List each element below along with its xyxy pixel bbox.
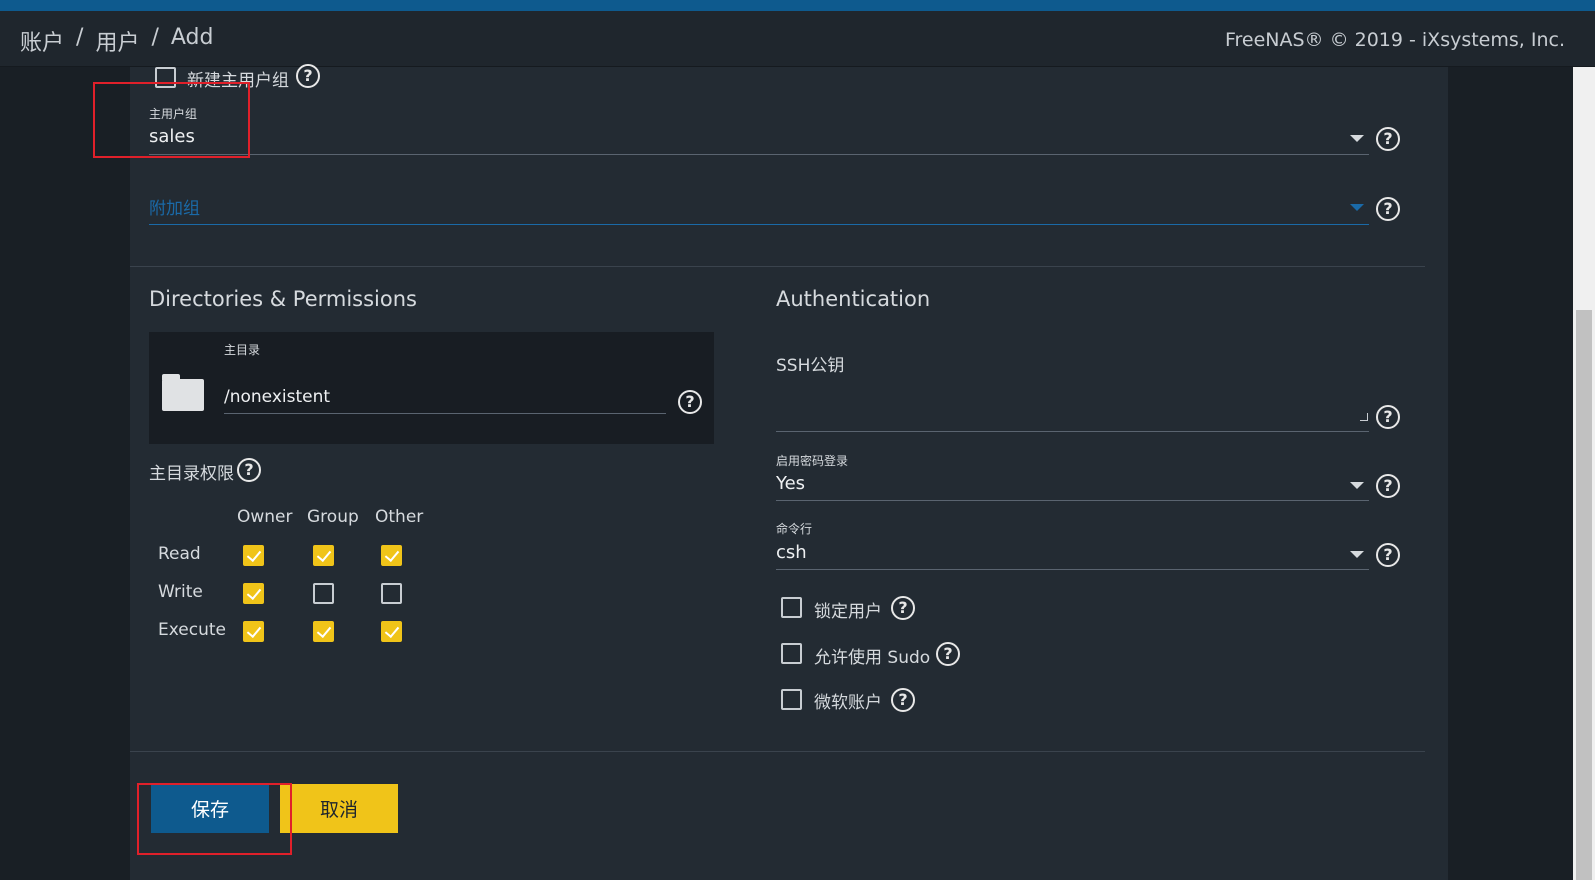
perm-read-other-checkbox[interactable] (381, 545, 402, 566)
chevron-down-icon[interactable] (1350, 204, 1364, 211)
lock-user-label: 锁定用户 (814, 602, 882, 622)
ssh-key-underline (776, 431, 1369, 432)
perm-execute-group-checkbox[interactable] (313, 621, 334, 642)
home-dir-input[interactable]: /nonexistent (224, 387, 330, 407)
shell-select[interactable]: csh (776, 542, 807, 563)
top-accent-strip (0, 0, 1595, 11)
resize-handle-icon[interactable] (1360, 413, 1368, 421)
shell-label: 命令行 (776, 522, 813, 536)
perm-read-group-checkbox[interactable] (313, 545, 334, 566)
breadcrumb-users[interactable]: 用户 (95, 25, 139, 57)
perm-write-group-checkbox[interactable] (313, 583, 334, 604)
perm-read-owner-checkbox[interactable] (243, 545, 264, 566)
sudo-checkbox[interactable] (781, 643, 802, 664)
perm-column-owner: Owner (237, 507, 293, 527)
password-login-underline (776, 500, 1369, 501)
perm-column-other: Other (375, 507, 424, 527)
help-icon[interactable]: ? (1376, 127, 1400, 151)
ms-account-label: 微软账户 (814, 693, 882, 713)
scrollbar-thumb[interactable] (1576, 310, 1592, 880)
highlight-box-save (137, 783, 292, 855)
perm-column-group: Group (307, 507, 359, 527)
home-dir-underline (224, 413, 666, 414)
section-divider (130, 751, 1425, 752)
help-icon[interactable]: ? (678, 390, 702, 414)
breadcrumb-separator: / (151, 25, 159, 50)
breadcrumb: 账户 / 用户 / Add (20, 25, 213, 57)
perm-row-write: Write (158, 582, 203, 602)
chevron-down-icon[interactable] (1350, 482, 1364, 489)
ssh-key-textarea[interactable] (776, 397, 1366, 425)
perm-row-execute: Execute (158, 620, 226, 640)
ssh-key-label: SSH公钥 (776, 356, 845, 376)
perm-write-other-checkbox[interactable] (381, 583, 402, 604)
auth-section-title: Authentication (776, 287, 931, 311)
perm-row-read: Read (158, 544, 201, 564)
perm-execute-other-checkbox[interactable] (381, 621, 402, 642)
folder-icon[interactable] (162, 374, 204, 411)
help-icon[interactable]: ? (237, 458, 261, 482)
home-perm-label: 主目录权限 (149, 464, 234, 484)
breadcrumb-add: Add (170, 25, 214, 50)
help-icon[interactable]: ? (1376, 405, 1400, 429)
sudo-label: 允许使用 Sudo (814, 648, 931, 668)
aux-groups-underline (149, 224, 1369, 225)
help-icon[interactable]: ? (936, 642, 960, 666)
help-icon[interactable]: ? (1376, 197, 1400, 221)
aux-groups-select[interactable]: 附加组 (149, 194, 200, 219)
ms-account-checkbox[interactable] (781, 689, 802, 710)
breadcrumb-separator: / (76, 25, 84, 50)
perm-write-owner-checkbox[interactable] (243, 583, 264, 604)
highlight-box-primary-group (93, 82, 250, 158)
left-background (0, 67, 130, 880)
help-icon[interactable]: ? (1376, 543, 1400, 567)
user-form-card: 新建主用户组 ? 主用户组 sales ? 附加组 ? Directories … (130, 64, 1448, 880)
copyright-text: FreeNAS® © 2019 - iXsystems, Inc. (1224, 29, 1565, 51)
password-login-select[interactable]: Yes (776, 473, 805, 494)
help-icon[interactable]: ? (296, 64, 320, 88)
home-dir-label: 主目录 (224, 343, 261, 357)
help-icon[interactable]: ? (891, 688, 915, 712)
primary-group-underline (149, 154, 1369, 155)
section-divider (130, 266, 1425, 267)
breadcrumb-accounts[interactable]: 账户 (20, 25, 64, 57)
password-login-label: 启用密码登录 (776, 454, 849, 468)
lock-user-checkbox[interactable] (781, 597, 802, 618)
right-background (1448, 67, 1573, 880)
top-header: 账户 / 用户 / Add FreeNAS® © 2019 - iXsystem… (0, 11, 1595, 67)
chevron-down-icon[interactable] (1350, 551, 1364, 558)
help-icon[interactable]: ? (1376, 474, 1400, 498)
help-icon[interactable]: ? (891, 596, 915, 620)
cancel-button[interactable]: 取消 (280, 784, 398, 833)
chevron-down-icon[interactable] (1350, 135, 1364, 142)
directories-section-title: Directories & Permissions (149, 287, 417, 311)
home-dir-panel: 主目录 /nonexistent ? (149, 332, 714, 444)
shell-underline (776, 569, 1369, 570)
perm-execute-owner-checkbox[interactable] (243, 621, 264, 642)
